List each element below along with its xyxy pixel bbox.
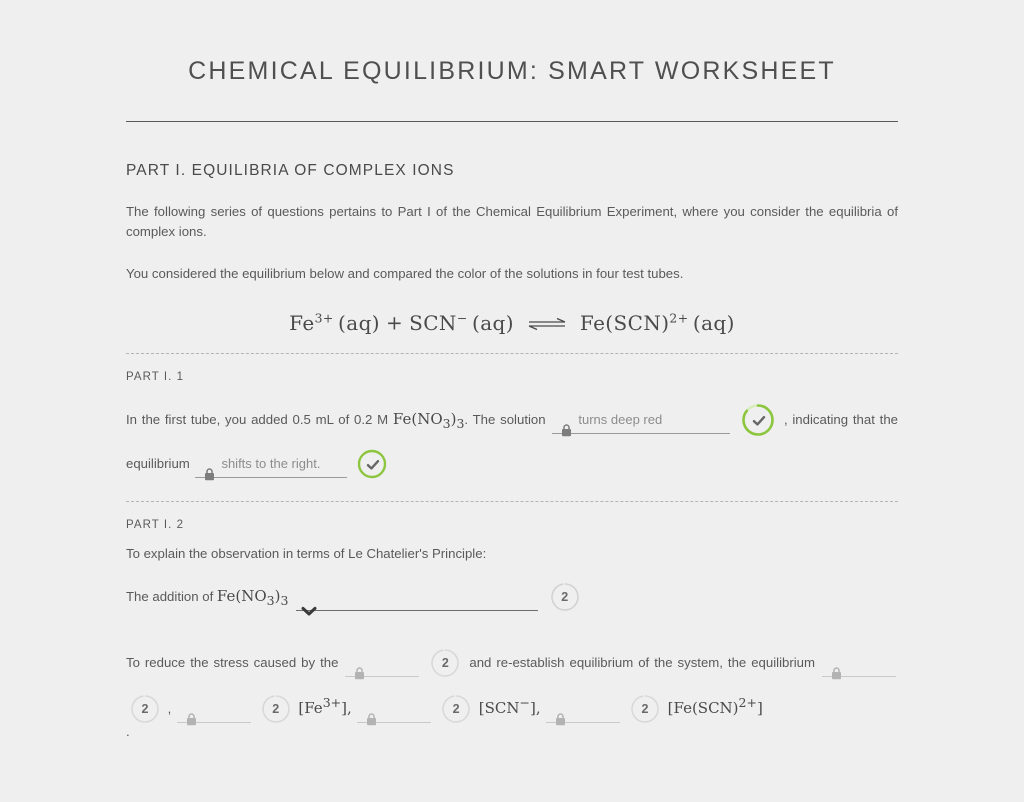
question-2-dropdown[interactable] [296, 584, 539, 616]
divider-2 [126, 500, 898, 502]
question-2-points-badge-3: 2 [261, 694, 291, 724]
question-2-points-badge-dropdown: 2 [550, 582, 580, 612]
lock-icon [204, 457, 215, 481]
question-2-comma-1: , [167, 700, 172, 716]
question-2-formula-fe-no3-3: Fe(NO3)3 [216, 586, 289, 608]
lock-icon [561, 413, 572, 437]
equilibrium-arrow-icon [527, 314, 567, 334]
question-2-line-2: To reduce the stress caused by the 2 and… [126, 643, 898, 729]
check-icon [366, 458, 379, 471]
page-title: CHEMICAL EQUILIBRIUM: SMART WORKSHEET [188, 57, 836, 85]
part-1-heading: PART I. EQUILIBRIA OF COMPLEX IONS [126, 162, 455, 179]
points-value: 2 [452, 701, 460, 716]
check-icon [752, 414, 765, 427]
question-2-blank-3[interactable] [177, 695, 252, 726]
question-1-text-b: . The solution [464, 411, 546, 427]
lock-icon [366, 702, 377, 726]
question-1-label: PART I. 1 [126, 370, 185, 383]
question-2-text-a: The addition of [126, 588, 217, 604]
question-2-text-c: and re-establish equilibrium of the syst… [469, 654, 815, 670]
equation-plus: + [385, 310, 404, 335]
question-1-formula-fe-no3-3: Fe(NO3)3 [392, 409, 465, 431]
question-2-blank-5[interactable] [546, 695, 621, 726]
worksheet-page: CHEMICAL EQUILIBRIUM: SMART WORKSHEET PA… [0, 0, 1024, 802]
question-2-line-1: The addition of Fe(NO3)3 2 [126, 576, 898, 621]
question-2-species-scn: [SCN−], [478, 694, 541, 717]
divider-1 [126, 352, 898, 354]
question-1-status-badge-2 [357, 449, 387, 479]
points-value: 2 [141, 701, 149, 716]
points-value: 2 [272, 701, 280, 716]
part-1-second-paragraph: You considered the equilibrium below and… [126, 266, 684, 281]
question-1-text-a: In the first tube, you added 0.5 mL of 0… [126, 411, 393, 427]
lock-icon [555, 702, 566, 726]
title-divider [126, 121, 898, 122]
lock-icon [186, 702, 197, 726]
lock-icon [354, 656, 365, 680]
question-2-points-badge-1: 2 [430, 648, 460, 678]
equation-reactant-2: SCN− (aq) [409, 310, 514, 335]
question-2-points-badge-4: 2 [441, 694, 471, 724]
question-2-prompt: To explain the observation in terms of L… [126, 545, 487, 561]
points-value: 2 [561, 589, 569, 604]
question-1-text-d: equilibrium [126, 455, 190, 471]
equation-product: Fe(SCN)2+ (aq) [579, 310, 735, 335]
question-1-answer-field-2[interactable]: shifts to the right. [195, 450, 348, 481]
question-2-species-fescn: [Fe(SCN)2+] [667, 694, 763, 717]
question-2-label: PART I. 2 [126, 518, 185, 531]
points-value: 2 [641, 701, 649, 716]
question-1-body: In the first tube, you added 0.5 mL of 0… [126, 399, 898, 484]
question-2-blank-1[interactable] [345, 649, 420, 680]
chevron-down-icon [301, 592, 317, 616]
question-1-text-c: , indicating that the [783, 411, 898, 427]
question-2-points-badge-2: 2 [130, 694, 160, 724]
question-1-answer-value-2: shifts to the right. [221, 456, 321, 472]
question-2-species-fe3: [Fe3+], [298, 694, 352, 717]
points-value: 2 [441, 655, 449, 670]
question-2-text-b: To reduce the stress caused by the [126, 654, 339, 670]
question-1-answer-field-1[interactable]: turns deep red [552, 406, 731, 437]
question-2-blank-2[interactable] [821, 649, 896, 680]
question-2-blank-4[interactable] [357, 695, 432, 726]
part-1-intro-paragraph: The following series of questions pertai… [126, 204, 898, 239]
lock-icon [831, 656, 842, 680]
question-1-status-badge-1 [741, 403, 775, 437]
equilibrium-equation: Fe3+ (aq) + SCN− (aq) Fe(SCN)2+ (aq) [126, 310, 898, 336]
question-2-points-badge-5: 2 [630, 694, 660, 724]
equation-reactant-1: Fe3+ (aq) [289, 310, 380, 335]
question-1-answer-value-1: turns deep red [578, 412, 663, 428]
